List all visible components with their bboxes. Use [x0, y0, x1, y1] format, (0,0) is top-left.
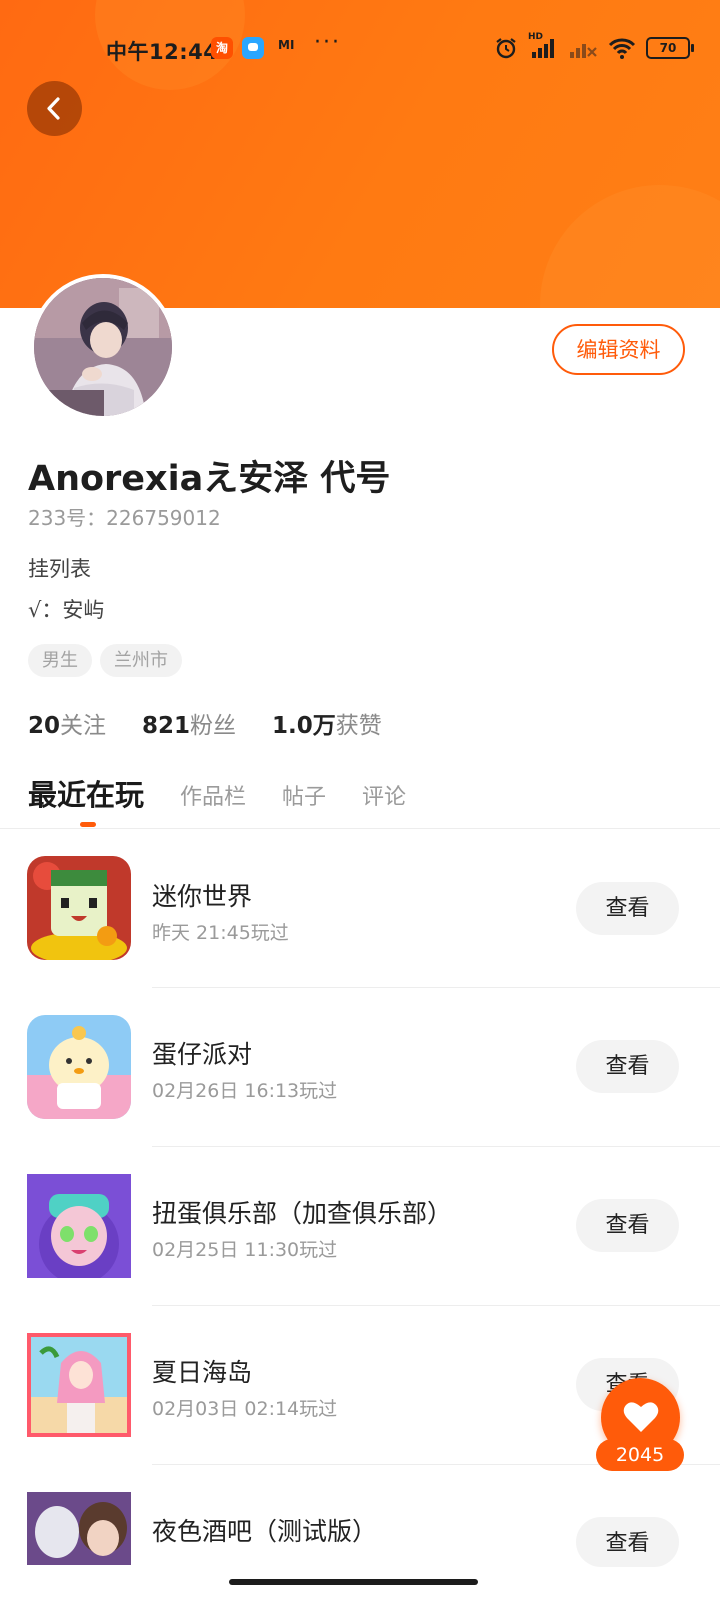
game-title: 迷你世界	[152, 882, 253, 911]
chat-notification-icon	[242, 37, 264, 59]
status-right-icons: HD 70	[494, 32, 694, 62]
status-bar: 中午12:44 淘 MI ··· HD 70	[0, 28, 720, 68]
gacha-club-icon[interactable]	[27, 1174, 131, 1278]
egg-party-icon[interactable]	[27, 1015, 131, 1119]
tab-posts[interactable]: 帖子	[282, 779, 326, 814]
banner-decoration	[540, 185, 720, 308]
game-played-time: 昨天 21:45玩过	[152, 922, 289, 944]
profile-tags: 男生 兰州市	[28, 644, 182, 677]
game-title: 蛋仔派对	[152, 1040, 253, 1069]
edit-profile-button[interactable]: 编辑资料	[552, 324, 685, 375]
view-game-button[interactable]: 查看	[576, 1517, 679, 1567]
list-item: 扭蛋俱乐部（加查俱乐部） 02月25日 11:30玩过 查看	[0, 1147, 720, 1305]
divider	[0, 828, 720, 829]
chevron-left-icon	[47, 97, 60, 120]
summer-island-icon[interactable]	[27, 1333, 131, 1437]
stat-likes[interactable]: 1.0万获赞	[272, 706, 382, 740]
stat-followers[interactable]: 821粉丝	[142, 706, 236, 740]
profile-tabs: 最近在玩 作品栏 帖子 评论	[28, 772, 406, 814]
stat-label: 粉丝	[190, 713, 237, 739]
list-item: 迷你世界 昨天 21:45玩过 查看	[0, 830, 720, 988]
profile-stats: 20关注 821粉丝 1.0万获赞	[28, 706, 382, 740]
status-time: 中午12:44	[106, 40, 219, 64]
back-button[interactable]	[27, 81, 82, 136]
taobao-notification-icon: 淘	[211, 37, 233, 59]
list-item: 夜色酒吧（测试版） 查看	[0, 1465, 720, 1623]
avatar[interactable]	[30, 274, 176, 420]
list-item: 蛋仔派对 02月26日 16:13玩过 查看	[0, 988, 720, 1146]
more-notifications-icon: ···	[314, 30, 341, 55]
game-title: 扭蛋俱乐部（加查俱乐部）	[152, 1199, 453, 1228]
view-game-button[interactable]: 查看	[576, 1199, 679, 1252]
location-tag: 兰州市	[100, 644, 182, 677]
game-played-time: 02月26日 16:13玩过	[152, 1080, 338, 1102]
mini-world-icon[interactable]	[27, 856, 131, 960]
night-bar-icon[interactable]	[27, 1492, 131, 1565]
signal-no-service-icon	[570, 44, 597, 58]
game-played-time: 02月03日 02:14玩过	[152, 1398, 338, 1420]
tab-comments[interactable]: 评论	[362, 779, 406, 814]
heart-icon	[623, 1402, 659, 1432]
game-played-time: 02月25日 11:30玩过	[152, 1239, 338, 1261]
gender-tag: 男生	[28, 644, 92, 677]
stat-value: 821	[142, 713, 191, 739]
like-count-badge: 2045	[596, 1439, 684, 1471]
mi-notification-icon: MI	[278, 38, 295, 52]
game-title: 夜色酒吧（测试版）	[152, 1517, 378, 1546]
game-title: 夏日海岛	[152, 1358, 253, 1387]
view-game-button[interactable]: 查看	[576, 882, 679, 935]
signal-hd-icon: HD	[528, 32, 558, 60]
profile-uid: 233号：226759012	[28, 506, 221, 530]
stat-value: 1.0万	[272, 713, 336, 739]
battery-icon: 70	[646, 37, 694, 59]
tab-recently-played[interactable]: 最近在玩	[28, 772, 144, 814]
profile-bio-line: √：安屿	[28, 598, 105, 622]
profile-bio-line: 挂列表	[28, 557, 91, 581]
profile-name: Anorexiaえ安泽 代号	[28, 459, 391, 499]
tab-works[interactable]: 作品栏	[180, 779, 246, 814]
stat-value: 20	[28, 713, 61, 739]
home-indicator[interactable]	[229, 1579, 478, 1585]
stat-label: 关注	[60, 713, 107, 739]
wifi-icon	[608, 38, 636, 59]
active-tab-indicator	[80, 822, 96, 827]
stat-following[interactable]: 20关注	[28, 706, 106, 740]
alarm-icon	[496, 38, 516, 59]
stat-label: 获赞	[335, 713, 382, 739]
view-game-button[interactable]: 查看	[576, 1040, 679, 1093]
